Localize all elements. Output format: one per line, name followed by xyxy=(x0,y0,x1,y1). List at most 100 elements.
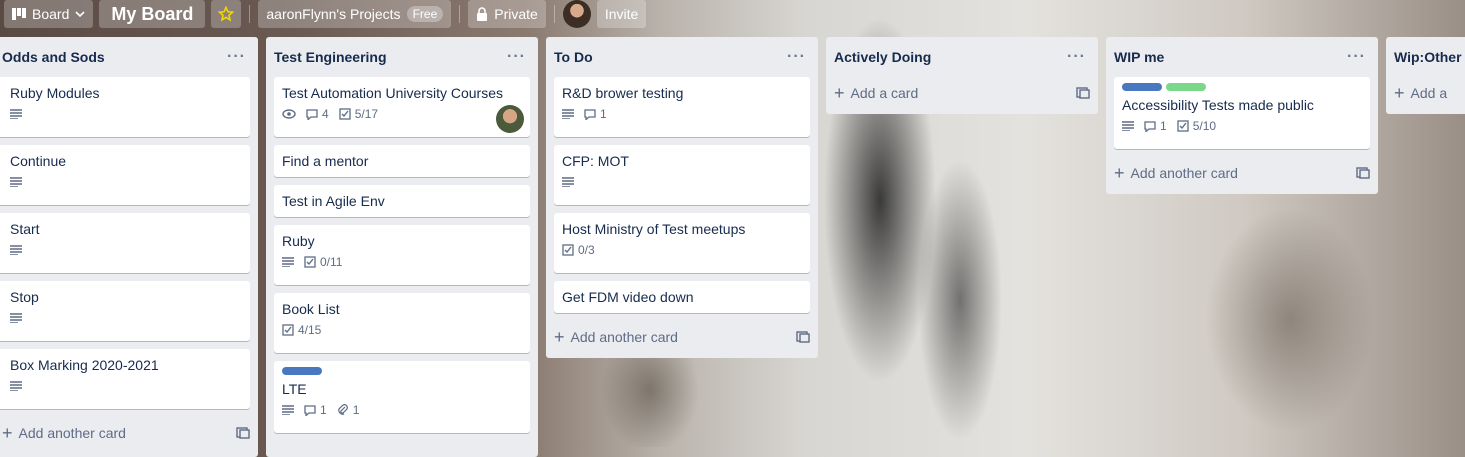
card-title: Get FDM video down xyxy=(562,289,694,305)
card[interactable]: CFP: MOT xyxy=(554,145,810,205)
add-card-label: Add another card xyxy=(1130,165,1238,181)
card-title: Accessibility Tests made public xyxy=(1122,97,1314,113)
card[interactable]: Test Automation University Courses 4 5/1… xyxy=(274,77,530,137)
divider xyxy=(249,5,251,23)
card[interactable]: Ruby Modules xyxy=(0,77,250,137)
plus-icon: + xyxy=(554,327,565,347)
add-card-button[interactable]: + Add another card xyxy=(0,417,250,449)
workspace-name: aaronFlynn's Projects xyxy=(266,6,401,22)
plus-icon: + xyxy=(834,83,845,103)
add-card-button[interactable]: + Add a card xyxy=(834,77,1090,109)
lock-icon xyxy=(476,7,488,21)
comment-icon xyxy=(584,108,596,120)
list-title[interactable]: Odds and Sods xyxy=(2,49,105,65)
list-title[interactable]: To Do xyxy=(554,49,593,65)
description-icon xyxy=(562,109,574,119)
card[interactable]: Ruby 0/11 xyxy=(274,225,530,285)
list-title[interactable]: Actively Doing xyxy=(834,49,931,65)
comment-count: 1 xyxy=(320,403,327,417)
template-icon[interactable] xyxy=(236,427,250,439)
board-switcher-label: Board xyxy=(32,6,70,22)
list-title[interactable]: WIP me xyxy=(1114,49,1164,65)
list-title[interactable]: Test Engineering xyxy=(274,49,387,65)
checklist-icon xyxy=(282,324,294,336)
add-card-label: Add a card xyxy=(850,85,919,101)
card[interactable]: Find a mentor xyxy=(274,145,530,177)
star-icon xyxy=(218,6,235,22)
plan-badge: Free xyxy=(406,6,444,22)
comment-icon xyxy=(304,404,316,416)
checklist-count: 5/17 xyxy=(354,107,379,121)
card[interactable]: Continue xyxy=(0,145,250,205)
card-title: Continue xyxy=(10,153,67,169)
template-icon[interactable] xyxy=(796,331,810,343)
add-card-label: Add another card xyxy=(18,425,126,441)
more-options-icon[interactable]: ··· xyxy=(227,48,250,66)
card[interactable]: Get FDM video down xyxy=(554,281,810,313)
card-title: Box Marking 2020-2021 xyxy=(10,357,159,373)
divider xyxy=(459,5,461,23)
more-options-icon[interactable]: ··· xyxy=(1347,48,1370,66)
card[interactable]: LTE 1 1 xyxy=(274,361,530,433)
card-member-avatar[interactable] xyxy=(496,105,524,133)
list-test-engineering: Test Engineering ··· Test Automation Uni… xyxy=(266,37,538,457)
comment-count: 1 xyxy=(1160,119,1167,133)
workspace-button[interactable]: aaronFlynn's Projects Free xyxy=(258,0,452,28)
card[interactable]: Book List 4/15 xyxy=(274,293,530,353)
card-title: Test in Agile Env xyxy=(282,193,385,209)
plus-icon: + xyxy=(1114,163,1125,183)
list-to-do: To Do ··· R&D brower testing 1 CFP: MOT … xyxy=(546,37,818,358)
checklist-count: 5/10 xyxy=(1192,119,1217,133)
add-card-label: Add another card xyxy=(570,329,678,345)
chevron-down-icon xyxy=(75,10,85,18)
card[interactable]: Test in Agile Env xyxy=(274,185,530,217)
checklist-count: 0/3 xyxy=(578,243,595,257)
card-title: Ruby xyxy=(282,233,315,249)
attachment-icon xyxy=(337,404,349,416)
card[interactable]: Box Marking 2020-2021 xyxy=(0,349,250,409)
card-title: Book List xyxy=(282,301,340,317)
checklist-count: 0/11 xyxy=(320,255,343,269)
description-icon xyxy=(10,381,22,391)
card-title: Ruby Modules xyxy=(10,85,100,101)
card-title: Stop xyxy=(10,289,39,305)
card-label-green[interactable] xyxy=(1166,83,1206,91)
add-card-button[interactable]: + Add a xyxy=(1394,77,1457,109)
more-options-icon[interactable]: ··· xyxy=(1067,48,1090,66)
checklist-icon xyxy=(339,108,351,120)
add-card-button[interactable]: + Add another card xyxy=(1114,157,1370,189)
card-label-blue[interactable] xyxy=(282,367,322,375)
card[interactable]: Accessibility Tests made public 1 5/10 xyxy=(1114,77,1370,149)
add-card-label: Add a xyxy=(1410,85,1448,101)
card-title: R&D brower testing xyxy=(562,85,684,101)
card-label-blue[interactable] xyxy=(1122,83,1162,91)
checklist-icon xyxy=(304,256,316,268)
more-options-icon[interactable]: ··· xyxy=(787,48,810,66)
member-avatar[interactable] xyxy=(562,0,591,28)
board-switcher-button[interactable]: Board xyxy=(4,0,94,28)
checklist-icon xyxy=(562,244,574,256)
comment-count: 1 xyxy=(600,107,607,121)
list-wip-other: Wip:Other + Add a xyxy=(1386,37,1465,114)
card[interactable]: Host Ministry of Test meetups 0/3 xyxy=(554,213,810,273)
star-button[interactable] xyxy=(211,0,242,28)
board-icon xyxy=(12,8,26,20)
card[interactable]: R&D brower testing 1 xyxy=(554,77,810,137)
add-card-button[interactable]: + Add another card xyxy=(554,321,810,353)
visibility-button[interactable]: Private xyxy=(468,0,546,28)
card-title: CFP: MOT xyxy=(562,153,629,169)
template-icon[interactable] xyxy=(1076,87,1090,99)
invite-button[interactable]: Invite xyxy=(596,0,647,28)
board-title[interactable]: My Board xyxy=(99,0,206,28)
checklist-count: 4/15 xyxy=(298,323,322,337)
card-title: LTE xyxy=(282,381,307,397)
attachment-count: 1 xyxy=(352,403,360,417)
plus-icon: + xyxy=(1394,83,1405,103)
list-title[interactable]: Wip:Other xyxy=(1394,49,1462,65)
template-icon[interactable] xyxy=(1356,167,1370,179)
divider xyxy=(553,5,555,23)
card[interactable]: Stop xyxy=(0,281,250,341)
more-options-icon[interactable]: ··· xyxy=(507,48,530,66)
card[interactable]: Start xyxy=(0,213,250,273)
comment-icon xyxy=(1144,120,1156,132)
